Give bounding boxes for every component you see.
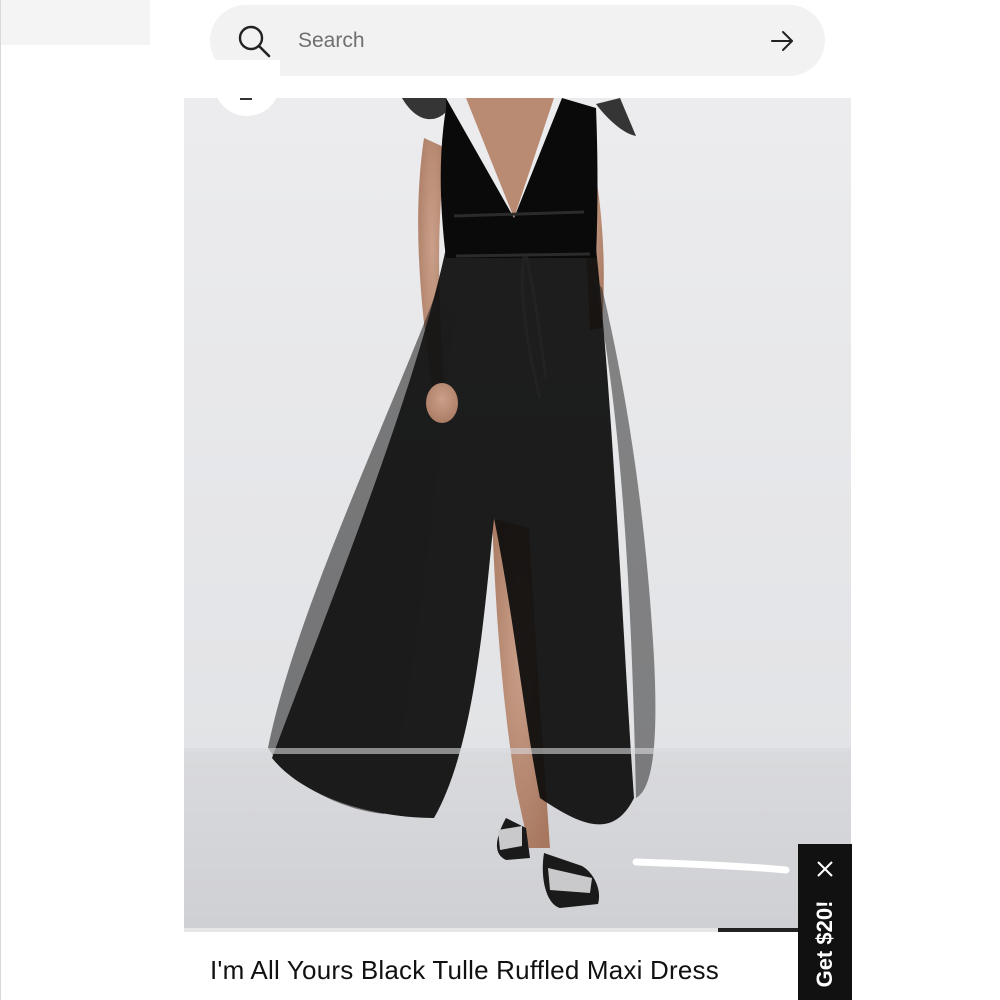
promo-tab[interactable]: Get $20! — [798, 844, 852, 1000]
top-left-placeholder — [0, 0, 150, 45]
search-icon[interactable] — [236, 23, 272, 59]
left-edge-divider — [0, 0, 1, 1000]
close-icon[interactable] — [798, 852, 852, 886]
image-carousel-indicator — [718, 928, 798, 932]
product-page: I'm All Yours Black Tulle Ruffled Maxi D… — [0, 0, 1000, 1000]
zoom-out-icon — [237, 92, 257, 110]
dress-photo — [184, 98, 851, 928]
product-image[interactable] — [184, 98, 851, 928]
product-title: I'm All Yours Black Tulle Ruffled Maxi D… — [210, 955, 719, 985]
search-input[interactable] — [296, 27, 765, 54]
search-bar[interactable] — [210, 5, 825, 76]
promo-label[interactable]: Get $20! — [812, 901, 838, 988]
arrow-right-icon[interactable] — [765, 24, 799, 58]
